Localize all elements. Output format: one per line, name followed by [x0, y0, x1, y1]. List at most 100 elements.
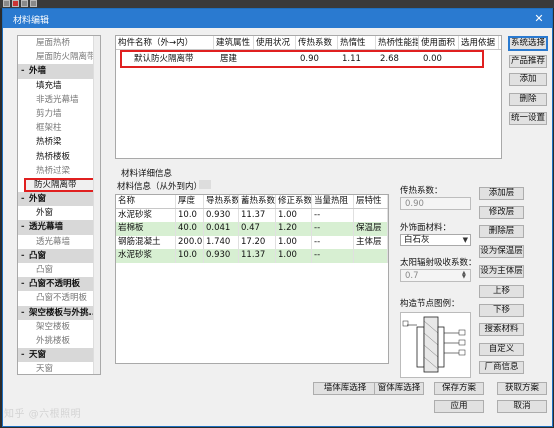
column-header[interactable]: 当量热阻 [312, 195, 354, 208]
heat-transfer-value: 0.90 [405, 199, 424, 209]
tree-category[interactable]: - 架空楼板与外挑... [18, 305, 100, 320]
column-header[interactable]: 建筑属性 [214, 36, 254, 49]
delete-layer-button[interactable]: 删除层 [479, 225, 524, 238]
tree-item-selected[interactable]: 防火隔离带 [24, 177, 96, 193]
table-cell: 1.20 [276, 222, 312, 236]
column-header[interactable]: 使用状况 [254, 36, 296, 49]
column-header[interactable]: 导热系数 [204, 195, 239, 208]
component-tree[interactable]: 屋面热桥 屋面防火隔离带 - 外墙 填充墙 非透光幕墙 剪力墙 框架柱 热桥梁 热桥楼板 热桥过梁防… [17, 35, 101, 375]
tree-item[interactable]: 凸窗 [18, 263, 100, 277]
table-row[interactable]: 水泥砂浆 10.0 0.930 11.37 1.00 -- [116, 208, 388, 222]
tree-category[interactable]: - 凸窗不透明板 [18, 277, 100, 292]
material-layer-table[interactable]: 名称 厚度 导热系数 蓄热系数 修正系数 当量热阻 层特性 水泥砂浆 10.0 0.930 11.… [115, 194, 389, 364]
column-header[interactable]: 使用面积 [419, 36, 459, 49]
table-cell: 1.00 [276, 249, 312, 263]
tree-category[interactable]: - 外窗 [18, 192, 100, 207]
column-header[interactable]: 热惰性 [338, 36, 376, 49]
spinner-icon[interactable]: ▲ ▼ [462, 271, 469, 280]
tree-category[interactable]: - 天窗 [18, 348, 100, 363]
component-table-row-selected[interactable]: 默认防火隔离带 居建 0.90 1.11 2.68 0.00 [120, 50, 484, 68]
collapse-icon[interactable]: - [21, 220, 29, 234]
delete-button[interactable]: 删除 [509, 93, 547, 106]
modify-layer-button[interactable]: 修改层 [479, 206, 524, 219]
tree-item[interactable]: 热桥楼板 [18, 150, 100, 164]
move-up-button[interactable]: 上移 [479, 285, 524, 298]
app-icon[interactable] [12, 0, 19, 7]
tree-item[interactable]: 框架柱 [18, 121, 100, 135]
table-cell: -- [312, 222, 354, 236]
table-cell: 1.00 [276, 235, 312, 249]
table-cell: 11.37 [239, 249, 276, 263]
wall-library-button[interactable]: 墙体库选择 [313, 382, 377, 395]
tree-category[interactable]: - 外墙 [18, 64, 100, 79]
tree-category[interactable]: - 凸窗 [18, 248, 100, 263]
tree-item[interactable]: 热桥过梁 [18, 164, 100, 178]
system-select-button[interactable]: 系统选择 [508, 36, 548, 51]
set-main-layer-button[interactable]: 设为主体层 [479, 265, 524, 278]
add-layer-button[interactable]: 添加层 [479, 187, 524, 200]
tree-item[interactable]: 透光幕墙 [18, 235, 100, 249]
apply-button[interactable]: 应用 [434, 400, 484, 413]
tree-item[interactable]: 填充墙 [18, 79, 100, 93]
custom-button[interactable]: 自定义 [479, 343, 524, 356]
collapse-icon[interactable]: - [21, 249, 29, 263]
column-header[interactable]: 传热系数 [296, 36, 338, 49]
app-icon[interactable] [3, 0, 10, 7]
table-cell: 1.11 [342, 54, 361, 64]
sidebar-scrollbar[interactable] [93, 36, 100, 374]
table-cell: 0.00 [423, 54, 442, 64]
column-header[interactable]: 选用依据 [459, 36, 499, 49]
table-cell: 0.90 [300, 54, 319, 64]
tree-item[interactable]: 凸窗不透明板 [18, 291, 100, 305]
close-icon[interactable]: ✕ [532, 12, 546, 25]
tree-item[interactable]: 非透光幕墙 [18, 93, 100, 107]
tree-item[interactable]: 屋面热桥 [18, 36, 100, 50]
tree-item[interactable]: 剪力墙 [18, 107, 100, 121]
collapse-icon[interactable]: - [21, 277, 29, 291]
column-header[interactable]: 蓄热系数 [239, 195, 276, 208]
table-cell: 40.0 [176, 222, 204, 236]
collapse-icon[interactable]: - [21, 306, 29, 320]
column-header[interactable]: 厚度 [176, 195, 204, 208]
app-icon[interactable] [21, 0, 28, 7]
outer-material-value: 白石灰 [404, 235, 430, 245]
tree-category[interactable]: - 透光幕墙 [18, 220, 100, 235]
component-table[interactable]: 构件名称（外→内）建筑属性使用状况传热系数热惰性热桥性能指...使用面积选用依据… [115, 35, 502, 159]
solar-absorption-field[interactable]: 0.7 ▲ ▼ [400, 269, 471, 282]
load-scheme-button[interactable]: 获取方案 [497, 382, 547, 395]
tree-item[interactable]: 架空楼板 [18, 320, 100, 334]
material-info-label: 材料信息（从外到内） [117, 182, 203, 192]
search-material-button[interactable]: 搜索材料 [479, 323, 524, 336]
unified-settings-button[interactable]: 统一设置 [509, 112, 547, 125]
table-row[interactable]: 钢筋混凝土 200.0 1.740 17.20 1.00 -- 主体层 [116, 235, 388, 249]
tree-item[interactable]: 外挑楼板 [18, 334, 100, 348]
tree-item[interactable]: 天窗 [18, 362, 100, 374]
heat-transfer-field: 0.90 [400, 197, 471, 210]
product-recommend-button[interactable]: 产品推荐 [509, 55, 547, 68]
cancel-button[interactable]: 取消 [497, 400, 547, 413]
column-header[interactable]: 构件名称（外→内） [116, 36, 214, 49]
collapse-icon[interactable]: - [21, 64, 29, 78]
tree-item[interactable]: 屋面防火隔离带 [18, 50, 100, 64]
collapse-icon[interactable]: - [21, 192, 29, 206]
move-down-button[interactable]: 下移 [479, 304, 524, 317]
column-header[interactable]: 层特性 [354, 195, 388, 208]
column-header[interactable]: 热桥性能指... [376, 36, 419, 49]
save-scheme-button[interactable]: 保存方案 [434, 382, 484, 395]
collapse-icon[interactable]: - [21, 348, 29, 362]
tree-category-label: 凸窗不透明板 [29, 279, 81, 290]
table-row[interactable]: 岩棉板 40.0 0.041 0.47 1.20 -- 保温层 [116, 222, 388, 236]
outer-material-select[interactable]: 白石灰 ▼ [400, 234, 471, 246]
tree-item[interactable]: 热桥梁 [18, 135, 100, 149]
app-icon[interactable] [30, 0, 37, 7]
add-button[interactable]: 添加 [509, 73, 547, 86]
table-cell: 默认防火隔离带 [134, 54, 194, 64]
table-row[interactable]: 水泥砂浆 10.0 0.930 11.37 1.00 -- [116, 249, 388, 263]
tree-item[interactable]: 外窗 [18, 206, 100, 220]
title-bar: 材料编辑 ✕ [3, 9, 552, 28]
column-header[interactable]: 名称 [116, 195, 176, 208]
column-header[interactable]: 修正系数 [276, 195, 312, 208]
vendor-info-button[interactable]: 厂商信息 [479, 361, 524, 374]
window-library-button[interactable]: 窗体库选择 [374, 382, 424, 395]
set-insulation-button[interactable]: 设为保温层 [479, 245, 524, 258]
